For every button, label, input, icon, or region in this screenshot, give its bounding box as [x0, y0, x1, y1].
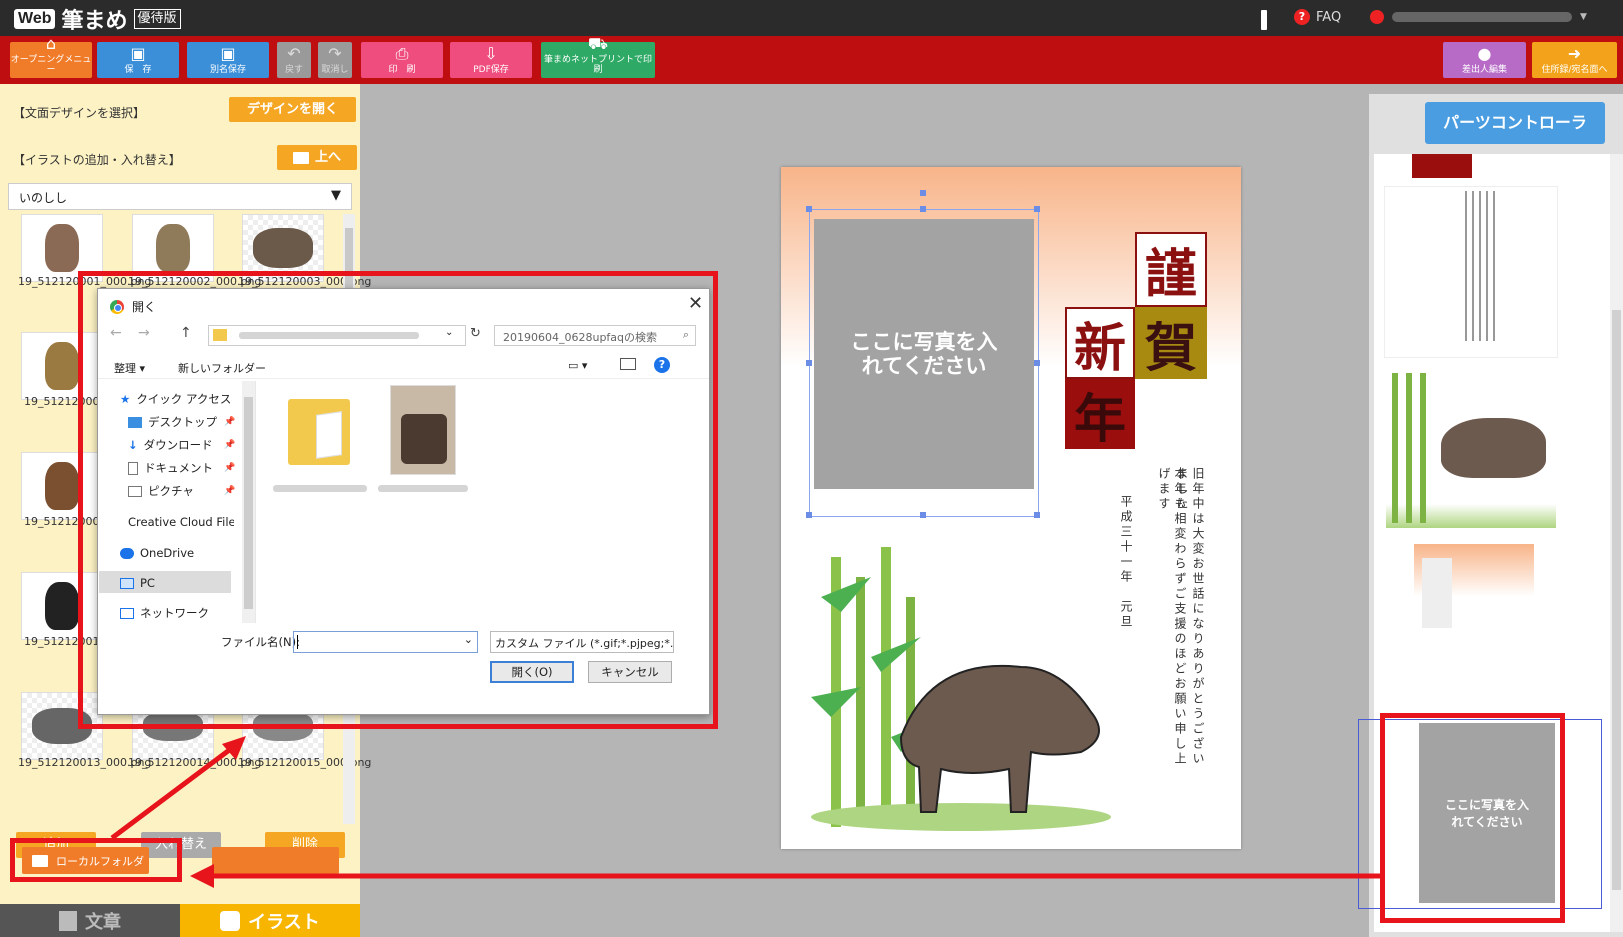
arrow-line-to-dialog [110, 746, 234, 840]
arrowhead-left [190, 864, 214, 888]
annotation-arrows [110, 736, 1380, 888]
arrowhead-up [222, 736, 246, 760]
